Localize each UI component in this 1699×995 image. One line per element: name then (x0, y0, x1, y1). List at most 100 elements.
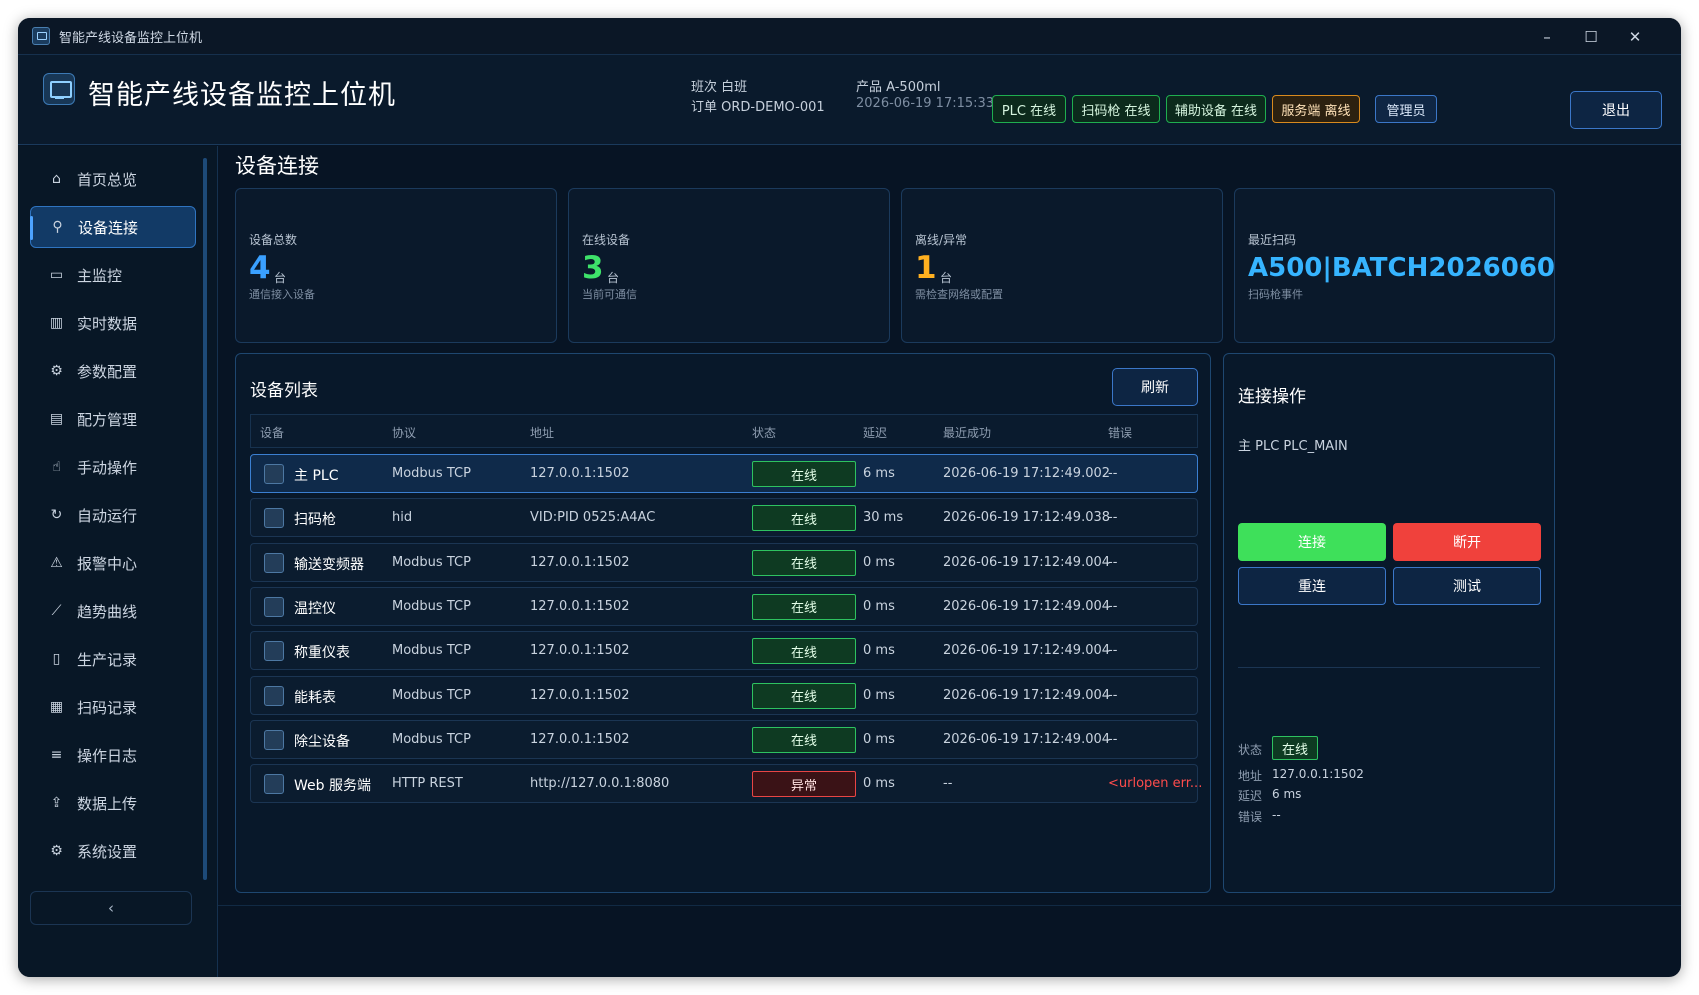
minimize-button[interactable]: – (1525, 18, 1569, 55)
device-last-success: 2026-06-19 17:12:49.038 (943, 510, 1111, 526)
collapse-sidebar-button[interactable]: ‹ (30, 891, 192, 925)
table-row[interactable]: 温控仪 Modbus TCP 127.0.0.1:1502 在线 0 ms 2026-06… (250, 586, 1198, 626)
stat-label: 最近扫码 (1248, 233, 1297, 247)
table-row[interactable]: 输送变频器 Modbus TCP 127.0.0.1:1502 在线 0 ms 2026-… (250, 542, 1198, 582)
sidebar-item-3[interactable]: ▥ 实时数据 (30, 302, 196, 344)
link-icon: ⚲ (52, 219, 63, 235)
stat-unit: 台 (274, 271, 287, 285)
sidebar-item-12[interactable]: ≡ 操作日志 (30, 734, 196, 776)
device-name: 能耗表 (294, 689, 336, 706)
device-status-badge: 在线 (752, 593, 856, 620)
sidebar-item-13[interactable]: ⇪ 数据上传 (30, 782, 196, 824)
stat-value: 1 (915, 250, 937, 286)
table-row[interactable]: 扫码枪 hid VID:PID 0525:A4AC 在线 30 ms 2026-06-19… (250, 498, 1198, 538)
sidebar-item-10[interactable]: ▯ 生产记录 (30, 638, 196, 680)
home-icon: ⌂ (52, 171, 61, 187)
sidebar-item-label: 生产记录 (77, 650, 138, 669)
sidebar-item-label: 系统设置 (77, 842, 138, 861)
sidebar-item-8[interactable]: ⚠ 报警中心 (30, 542, 196, 584)
sidebar-scrollbar[interactable] (203, 158, 207, 880)
device-address: 127.0.0.1:1502 (530, 687, 630, 703)
device-address: 127.0.0.1:1502 (530, 554, 630, 570)
stat-desc: 当前可通信 (582, 288, 637, 301)
stat-card-offline: 离线/异常 1 台 需检查网络或配置 (901, 188, 1223, 343)
column-header-address[interactable]: 地址 (530, 424, 554, 441)
settings-icon: ⚙ (50, 843, 63, 859)
table-row[interactable]: 称重仪表 Modbus TCP 127.0.0.1:1502 在线 0 ms 2026-0… (250, 631, 1198, 671)
stat-desc: 需检查网络或配置 (915, 288, 1003, 301)
device-status-badge: 在线 (752, 726, 856, 753)
sidebar-item-5[interactable]: ▤ 配方管理 (30, 398, 196, 440)
device-error: -- (1108, 510, 1118, 526)
logout-button[interactable]: 退出 (1570, 91, 1662, 129)
scale-icon (264, 641, 284, 662)
selected-device: 主 PLC PLC_MAIN (1238, 439, 1348, 454)
sidebar-item-label: 趋势曲线 (77, 602, 138, 621)
stat-label: 在线设备 (582, 233, 631, 247)
sidebar-item-1[interactable]: ⚲ 设备连接 (30, 206, 196, 248)
sidebar-item-label: 参数配置 (77, 362, 138, 381)
device-protocol: Modbus TCP (392, 554, 471, 570)
address-value: 127.0.0.1:1502 (1272, 767, 1364, 781)
sidebar-item-11[interactable]: ▦ 扫码记录 (30, 686, 196, 728)
column-header-error[interactable]: 错误 (1108, 424, 1132, 441)
device-protocol: Modbus TCP (392, 687, 471, 703)
device-name: 除尘设备 (294, 733, 350, 750)
sidebar-item-6[interactable]: ☝ 手动操作 (30, 446, 196, 488)
conveyor-icon (264, 552, 284, 573)
divider (1238, 667, 1540, 668)
energy-meter-icon (264, 685, 284, 706)
title-bar: 智能产线设备监控上位机 – ☐ ✕ (18, 18, 1681, 55)
device-address: VID:PID 0525:A4AC (530, 510, 656, 526)
scanner-status-badge: 扫码枪 在线 (1072, 95, 1160, 123)
error-value: -- (1272, 808, 1281, 822)
device-protocol: Modbus TCP (392, 598, 471, 614)
aux-device-status-badge: 辅助设备 在线 (1166, 95, 1266, 123)
table-row[interactable]: 能耗表 Modbus TCP 127.0.0.1:1502 在线 0 ms 2026-06… (250, 675, 1198, 715)
hand-icon: ☝ (52, 459, 61, 475)
maximize-button[interactable]: ☐ (1569, 18, 1613, 55)
device-list-panel: 设备列表 刷新 设备 协议 地址 状态 延迟 最近成功 错误 主 PLC Modb… (235, 353, 1211, 893)
sidebar-item-label: 自动运行 (77, 506, 138, 525)
device-last-success: 2026-06-19 17:12:49.004 (943, 731, 1111, 747)
column-header-status[interactable]: 状态 (752, 424, 776, 441)
table-row[interactable]: 除尘设备 Modbus TCP 127.0.0.1:1502 在线 0 ms 2026-0… (250, 719, 1198, 759)
sidebar-item-2[interactable]: ▭ 主监控 (30, 254, 196, 296)
device-protocol: hid (392, 510, 413, 526)
user-badge[interactable]: 管理员 (1375, 95, 1437, 123)
connect-button[interactable]: 连接 (1238, 523, 1386, 561)
trend-icon: ⟋ (51, 603, 62, 619)
device-latency: 30 ms (863, 510, 904, 526)
sidebar-item-4[interactable]: ⚙ 参数配置 (30, 350, 196, 392)
table-row[interactable]: Web 服务端 HTTP REST http://127.0.0.1:8080 异常 0… (250, 764, 1202, 804)
sidebar-item-7[interactable]: ↻ 自动运行 (30, 494, 196, 536)
sidebar-item-0[interactable]: ⌂ 首页总览 (30, 158, 196, 200)
table-row[interactable]: 主 PLC Modbus TCP 127.0.0.1:1502 在线 6 ms 2026-… (250, 454, 1198, 493)
stat-card-last-scan: 最近扫码 A500|BATCH20260603 扫码枪事件 (1234, 188, 1555, 343)
test-button[interactable]: 测试 (1393, 567, 1541, 605)
stat-label: 离线/异常 (915, 233, 968, 247)
stat-card-online: 在线设备 3 台 当前可通信 (568, 188, 890, 343)
refresh-icon: ↻ (50, 507, 63, 523)
device-name: 扫码枪 (294, 512, 336, 529)
column-header-last-success[interactable]: 最近成功 (943, 424, 991, 441)
dust-collector-icon (264, 729, 284, 750)
column-header-device[interactable]: 设备 (260, 424, 284, 441)
device-error: -- (1108, 554, 1118, 570)
sidebar-item-label: 实时数据 (77, 314, 138, 333)
page-title: 设备连接 (235, 154, 319, 178)
thermostat-icon (264, 596, 284, 617)
reconnect-button[interactable]: 重连 (1238, 567, 1386, 605)
device-error: -- (1108, 687, 1118, 703)
device-latency: 0 ms (863, 643, 895, 659)
sidebar-item-14[interactable]: ⚙ 系统设置 (30, 830, 196, 872)
device-last-success: 2026-06-19 17:12:49.004 (943, 554, 1111, 570)
close-button[interactable]: ✕ (1613, 18, 1657, 55)
device-latency: 0 ms (863, 731, 895, 747)
plc-status-badge: PLC 在线 (992, 95, 1066, 123)
column-header-latency[interactable]: 延迟 (863, 424, 887, 441)
sidebar-item-9[interactable]: ⟋ 趋势曲线 (30, 590, 196, 632)
column-header-protocol[interactable]: 协议 (392, 424, 416, 441)
disconnect-button[interactable]: 断开 (1393, 523, 1541, 561)
refresh-button[interactable]: 刷新 (1112, 368, 1198, 406)
